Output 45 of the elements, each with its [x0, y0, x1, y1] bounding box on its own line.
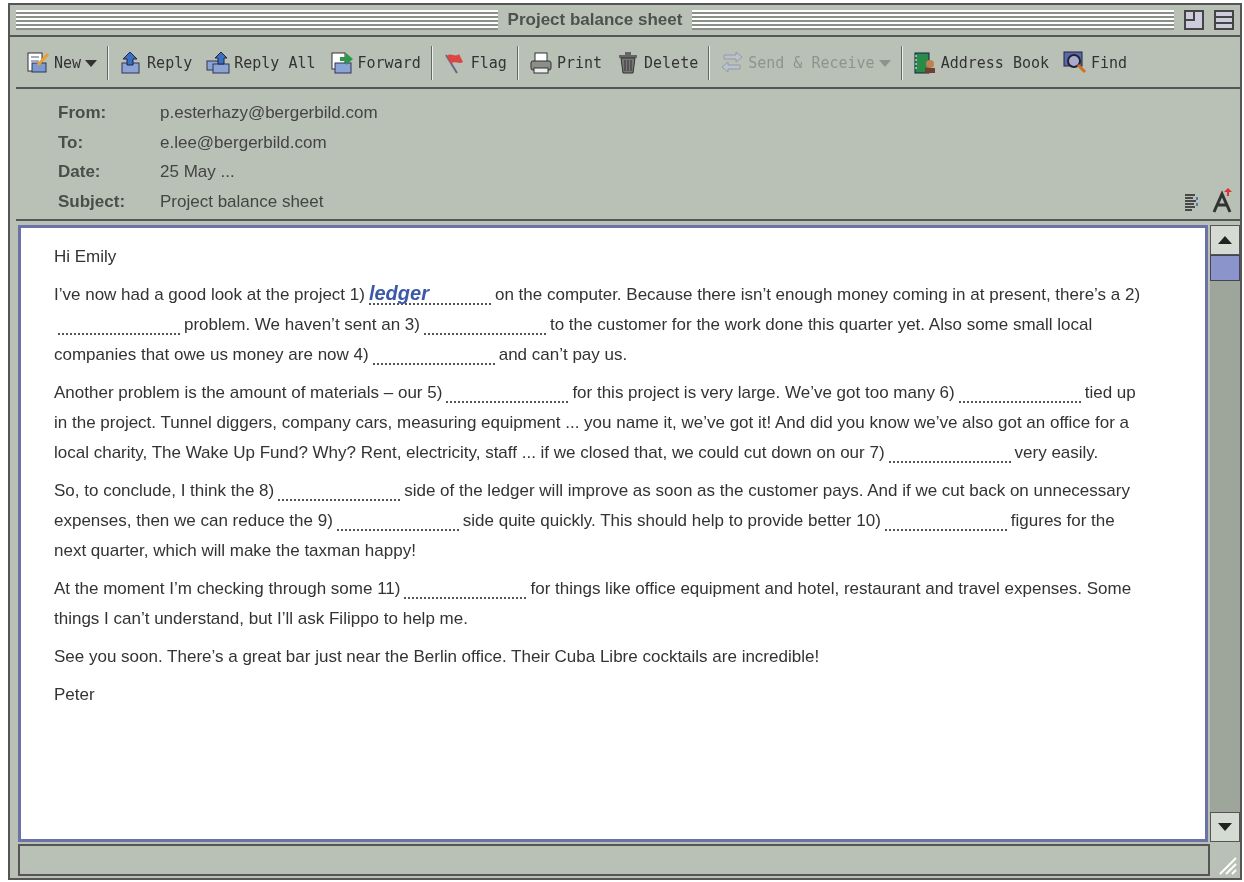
font-size-icon[interactable] — [1212, 187, 1234, 213]
toolbar-button[interactable]: Print — [524, 49, 607, 77]
field-value: 25 May ... — [160, 161, 235, 183]
window-title: Project balance sheet — [507, 9, 683, 32]
scroll-up-button[interactable] — [1210, 225, 1240, 255]
scroll-thumb[interactable] — [1210, 255, 1240, 281]
toolbar-button[interactable]: Reply All — [202, 49, 320, 77]
envelope-right-arrow-icon — [329, 51, 354, 75]
paragraph: I’ve now had a good look at the project 1) ledger on the computer. Because there isn’t enough money coming in at present, there’s a 2) problem. We haven’t sent an 3) to the customer for the work done this quarter yet. Also some small local companies that owe us money are now 4) and can’t pay us. — [54, 281, 1142, 367]
paragraph: So, to conclude, I think the 8) side of the ledger will improve as soon as the customer pays. And if we cut back on unnecessary expenses, then we can reduce the 9) side quite quickly. This should help to provide better 10) figures for the next quarter, which will make the taxman happy! — [54, 478, 1131, 562]
paragraph: At the moment I’m checking through some 11) for things like office equipment and hotel, restaurant and travel expenses. Some things I can’t understand, but I’ll ask Filippo to help me. — [54, 576, 1133, 630]
collapse-icon[interactable] — [1184, 10, 1204, 30]
scrollbar[interactable] — [1210, 225, 1240, 842]
paragraph: Peter — [54, 684, 96, 706]
field-value: e.lee@bergerbild.com — [160, 131, 327, 154]
toolbar-button[interactable]: Delete — [612, 49, 703, 77]
toolbar-button[interactable]: Find — [1059, 49, 1132, 77]
field-label: To: — [58, 131, 85, 154]
text-lines-icon[interactable] — [1184, 193, 1200, 213]
paragraph: See you soon. There’s a great bar just near the Berlin office. Their Cuba Libre cocktails are incredible! — [54, 646, 821, 668]
field-value: p.esterhazy@bergerbild.com — [160, 102, 378, 124]
zoom-icon[interactable] — [1214, 10, 1234, 30]
toolbar-button[interactable]: New — [22, 49, 102, 77]
envelopes-up-arrow-icon — [206, 51, 231, 75]
caret-icon — [878, 59, 891, 67]
printer-icon — [528, 51, 553, 75]
up-arrow-icon — [1218, 236, 1232, 244]
field-value: Project balance sheet — [160, 190, 324, 213]
down-arrow-icon — [1218, 823, 1232, 831]
two-arrows-icon — [720, 51, 745, 75]
caret-icon — [85, 59, 98, 67]
toolbar-button[interactable]: Reply — [115, 49, 197, 77]
paragraph: Another problem is the amount of materials – our 5) for this project is very large. We’ve got too many 6) tied up in the project. Tunnel diggers, company cars, measuring equipment ... you name it, we’ve got it! And did you know we’ve also got an office for a local charity, The Wake Up Fund? Why? Rent, electricity, staff ... if we closed that, we could cut down on our 7) very easily. — [54, 380, 1137, 465]
page-pencil-icon — [26, 51, 50, 75]
address-book-icon — [912, 51, 937, 75]
field-label: From: — [58, 102, 108, 124]
toolbar-button[interactable]: Flag — [438, 49, 511, 77]
magnifier-icon — [1063, 51, 1088, 75]
field-label: Date: — [58, 161, 102, 183]
toolbar-button[interactable]: Address Book — [908, 49, 1054, 77]
field-label: Subject: — [58, 190, 127, 213]
scroll-down-button[interactable] — [1210, 812, 1240, 842]
toolbar-button[interactable]: Forward — [325, 49, 425, 77]
paragraph: Hi Emily — [54, 246, 118, 268]
fill-in-line[interactable]: ledger — [368, 283, 491, 305]
